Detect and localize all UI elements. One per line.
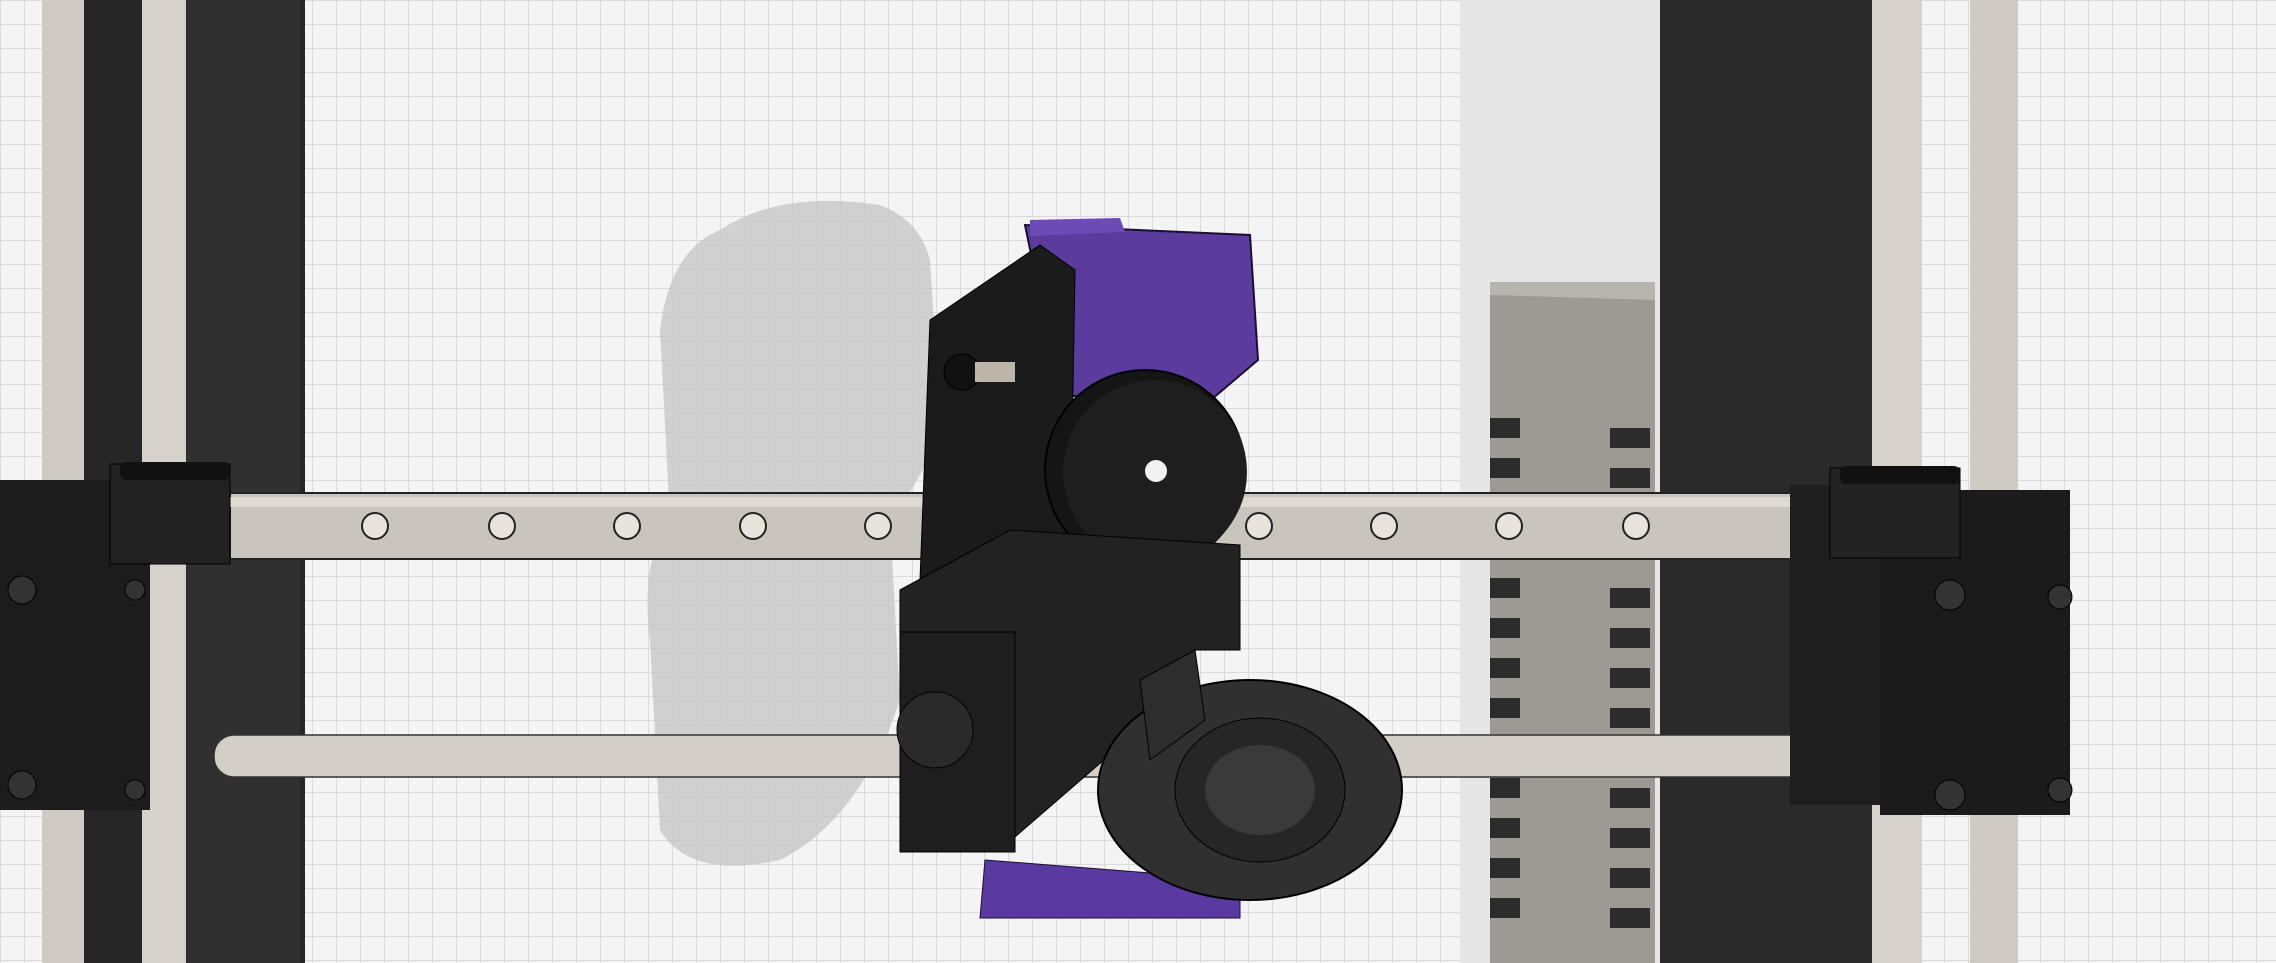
cad-scene[interactable] [0, 0, 2276, 963]
extruder-body [919, 244, 1076, 581]
cad-viewport[interactable] [0, 0, 2276, 963]
toolhead [896, 218, 1403, 919]
comb-bracket [1490, 282, 1655, 963]
screw-icon [7, 575, 37, 605]
right-rod-b [1970, 0, 2018, 963]
tension-knob [943, 353, 981, 391]
right-carriage [1790, 466, 2073, 815]
